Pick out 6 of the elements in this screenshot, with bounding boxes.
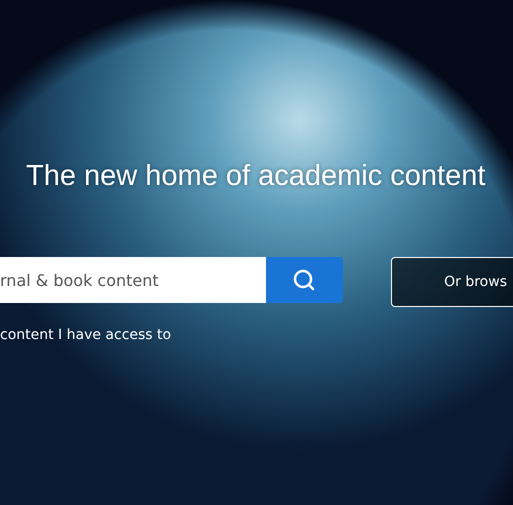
search-field[interactable]: rnal & book content — [0, 257, 266, 303]
browse-button[interactable]: Or brows — [391, 257, 513, 307]
search-button[interactable] — [266, 257, 344, 303]
hero-title: The new home of academic content — [25, 160, 486, 193]
search-icon — [292, 268, 316, 292]
access-filter-label[interactable]: content I have access to — [0, 327, 172, 343]
